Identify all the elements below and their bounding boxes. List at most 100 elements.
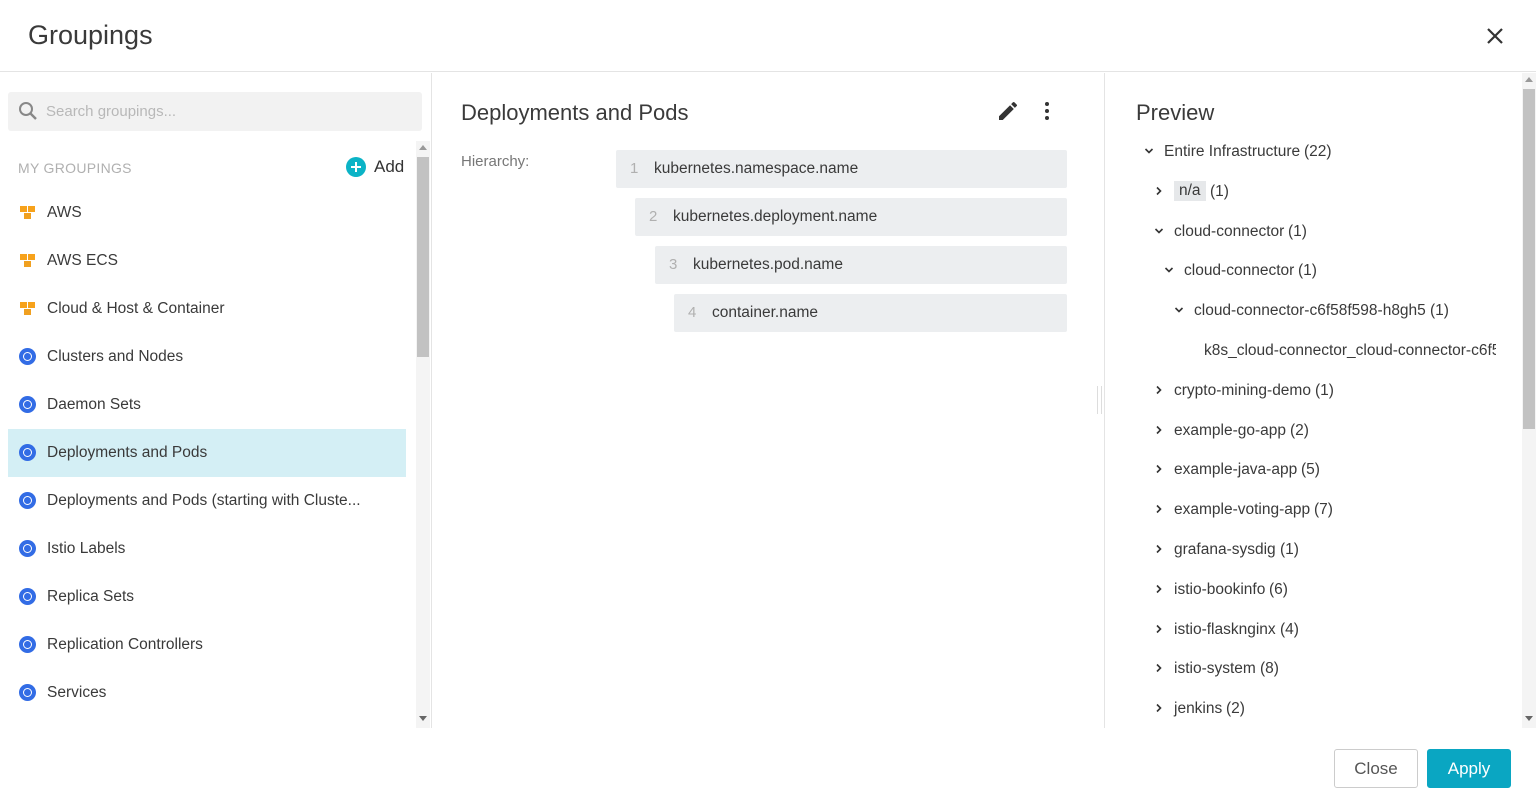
hierarchy-level[interactable]: 1 kubernetes.namespace.name [616,150,1067,188]
chevron-right-icon[interactable] [1154,385,1164,395]
tree-node-label: grafana-sysdig [1174,541,1276,558]
grouping-detail: Deployments and Pods Hierarchy: 1 kuberne… [433,73,1105,728]
tree-node-label: example-voting-app [1174,501,1311,519]
search-icon [19,102,37,120]
tree-node-count: (1) [1315,381,1334,399]
tree-node-label: example-java-app [1174,461,1298,479]
tree-node-label: cloud-connector [1184,262,1295,280]
grouping-item[interactable]: Istio Labels [8,525,406,573]
kubernetes-icon [19,636,36,653]
scroll-up-arrow-icon[interactable] [419,145,427,150]
groupings-sidebar: MY GROUPINGS Add AWS AWS ECS Cloud & Host … [0,73,432,728]
kubernetes-icon [19,348,36,365]
grouping-item[interactable]: Daemon Sets [8,381,406,429]
hierarchy-label: Hierarchy: [461,153,530,170]
grouping-item[interactable]: Replica Sets [8,573,406,621]
scroll-down-arrow-icon[interactable] [1525,716,1533,721]
chevron-down-icon[interactable] [1154,226,1164,236]
chevron-right-icon[interactable] [1154,663,1164,673]
level-number: 1 [630,160,639,177]
tree-node-label: crypto-mining-demo [1174,381,1311,399]
grouping-item-label: Istio Labels [47,540,126,557]
aws-cubes-icon [20,302,35,315]
preview-panel: Preview Entire Infrastructure (22) n/a (1) c… [1106,73,1536,728]
kubernetes-icon [19,396,36,413]
chevron-right-icon[interactable] [1154,425,1164,435]
preview-title: Preview [1136,100,1215,125]
tree-node-count: (1) [1210,182,1229,200]
add-grouping-button[interactable]: Add [346,155,408,179]
tree-node-label: n/a [1174,180,1206,201]
hierarchy-level[interactable]: 4 container.name [674,294,1067,332]
search-input[interactable] [46,100,406,122]
kubernetes-icon [19,540,36,557]
chevron-right-icon[interactable] [1154,464,1164,474]
tree-node-count: (2) [1226,700,1245,718]
chevron-right-icon[interactable] [1154,544,1164,554]
grouping-item-label: AWS [47,204,82,221]
tree-node-count: (1) [1430,302,1449,320]
tree-node-count: (1) [1288,222,1307,240]
grouping-item-label: Cloud & Host & Container [47,300,225,317]
tree-node-label: cloud-connector-c6f58f598-h8gh5 [1194,302,1426,320]
search-box[interactable] [8,92,422,131]
level-number: 3 [669,256,678,273]
grouping-item[interactable]: Cloud & Host & Container [8,285,406,333]
tree-node-label: Entire Infrastructure [1164,143,1301,160]
dialog-title: Groupings [28,20,153,50]
close-icon[interactable] [1481,22,1509,50]
grouping-item[interactable]: Replication Controllers [8,621,406,669]
scroll-thumb[interactable] [417,157,429,357]
tree-node-label: istio-bookinfo [1174,580,1266,598]
preview-scrollbar[interactable] [1522,73,1536,728]
grouping-items: AWS AWS ECS Cloud & Host & Container Cluste… [8,189,406,717]
sidebar-scrollbar[interactable] [416,141,430,728]
plus-circle-icon [346,157,366,177]
grouping-item[interactable]: Deployments and Pods (starting with Clus… [8,477,406,525]
grouping-item-label: Clusters and Nodes [47,348,184,365]
grouping-item[interactable]: Services [8,669,406,717]
grouping-item[interactable]: AWS [8,189,406,237]
hierarchy-level[interactable]: 3 kubernetes.pod.name [655,246,1067,284]
tree-node-count: (4) [1280,620,1299,638]
kubernetes-icon [19,684,36,701]
chevron-right-icon[interactable] [1154,584,1164,594]
tree-node-label: istio-flasknginx [1174,620,1276,638]
scroll-down-arrow-icon[interactable] [419,716,427,721]
grouping-item[interactable]: Deployments and Pods [8,429,406,477]
tree-node-label: jenkins [1174,700,1223,718]
level-label: kubernetes.pod.name [693,256,843,273]
chevron-right-icon[interactable] [1154,186,1164,196]
chevron-right-icon[interactable] [1154,624,1164,634]
grouping-item[interactable]: AWS ECS [8,237,406,285]
apply-button[interactable]: Apply [1427,749,1511,788]
groupings-list: MY GROUPINGS Add AWS AWS ECS Cloud & Host … [0,141,432,728]
grouping-item-label: Deployments and Pods (starting with Clus… [47,492,361,509]
level-label: container.name [712,304,818,321]
close-button[interactable]: Close [1334,749,1418,788]
grouping-item-label: AWS ECS [47,252,118,269]
chevron-right-icon[interactable] [1154,504,1164,514]
grouping-item-label: Replica Sets [47,588,135,605]
edit-pencil-icon[interactable] [996,99,1020,123]
tree-node-label: cloud-connector [1174,222,1285,240]
chevron-down-icon[interactable] [1174,305,1184,315]
chevron-right-icon[interactable] [1154,703,1164,713]
aws-cubes-icon [20,206,35,219]
grouping-item-label: Services [47,684,107,701]
scroll-up-arrow-icon[interactable] [1525,77,1533,82]
tree-node-count: (5) [1301,461,1320,479]
hierarchy-level[interactable]: 2 kubernetes.deployment.name [635,198,1067,236]
scroll-thumb[interactable] [1523,89,1535,429]
kubernetes-icon [19,492,36,509]
level-label: kubernetes.deployment.name [673,208,878,225]
section-label: MY GROUPINGS [18,160,132,176]
aws-cubes-icon [20,254,35,267]
more-options-icon[interactable] [1036,99,1058,123]
tree-node-label: k8s_cloud-connector_cloud-connector-c6f5 [1204,342,1496,359]
chevron-down-icon[interactable] [1164,265,1174,275]
grouping-item[interactable]: Clusters and Nodes [8,333,406,381]
chevron-down-icon[interactable] [1144,146,1154,156]
preview-tree: Entire Infrastructure (22) n/a (1) cloud-con… [1106,131,1496,728]
column-resize-handle[interactable] [1097,386,1102,414]
